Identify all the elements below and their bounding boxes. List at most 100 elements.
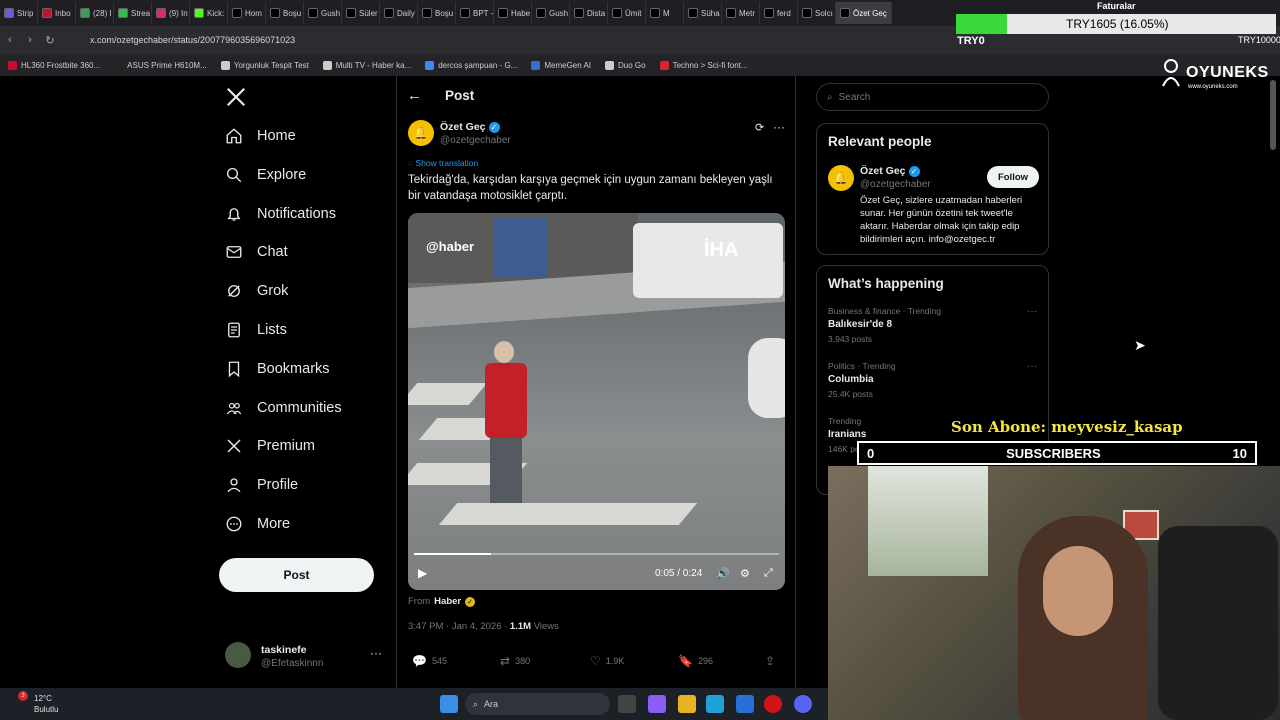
bookmark-item[interactable]: Duo Go <box>605 60 646 70</box>
browser-tab[interactable]: Metr <box>722 2 760 24</box>
tweet-text: Tekirdağ'da, karşıdan karşıya geçmek içi… <box>408 174 773 202</box>
author-handle[interactable]: @ozetgechaber <box>440 135 511 146</box>
trend-more-icon[interactable]: ··· <box>1027 361 1037 372</box>
bookmark-item[interactable]: dercos şampuan - G... <box>425 60 517 70</box>
bookmark-item[interactable]: MemeGen AI <box>531 60 592 70</box>
browser-tab[interactable]: BPT - <box>456 2 494 24</box>
browser-tab[interactable]: Daily <box>380 2 418 24</box>
back-arrow-icon[interactable]: ← <box>407 87 422 104</box>
bookmark-item[interactable]: HL360 Frostbite 360... <box>8 60 100 70</box>
post-button[interactable]: Post <box>219 558 374 592</box>
task-view-icon[interactable] <box>618 695 636 713</box>
browser-tab[interactable]: Dista <box>570 2 608 24</box>
browser-tab[interactable]: (9) In <box>152 2 190 24</box>
bookmark-item[interactable]: Techno > Sci-fi font... <box>659 60 748 70</box>
opera-icon[interactable] <box>764 695 782 713</box>
bookmark-label: MemeGen AI <box>544 60 592 70</box>
trend-more-icon[interactable]: ··· <box>1027 306 1037 317</box>
url-text[interactable]: x.com/ozetgechaber/status/20077960356960… <box>90 35 295 45</box>
x-icon <box>227 439 241 453</box>
nav-item-lists[interactable]: Lists <box>225 321 287 339</box>
browser-tab[interactable]: ferd <box>760 2 798 24</box>
post-timestamp[interactable]: 3:47 PM · Jan 4, 2026 · <box>408 621 507 632</box>
author-name-row[interactable]: Özet Geç ✓ <box>440 121 500 133</box>
fullscreen-icon[interactable]: ⤢ <box>764 567 773 580</box>
page-scrollbar[interactable] <box>1270 80 1276 150</box>
discord-icon[interactable] <box>794 695 812 713</box>
author-avatar[interactable]: 🔔 <box>408 120 434 146</box>
account-switcher[interactable]: taskinefe @Efetaskinnn ··· <box>225 640 385 674</box>
browser-tab[interactable]: Ümit <box>608 2 646 24</box>
browser-tab[interactable]: M <box>646 2 684 24</box>
nav-item-notifications[interactable]: Notifications <box>225 205 336 223</box>
nav-item-profile[interactable]: Profile <box>225 476 298 494</box>
nav-item-grok[interactable]: Grok <box>225 282 288 300</box>
browser-tab[interactable]: Kick: <box>190 2 228 24</box>
browser-tab[interactable]: Inbo <box>38 2 76 24</box>
nav-item-more[interactable]: More <box>225 515 290 533</box>
browser-tab[interactable]: Boşu <box>418 2 456 24</box>
nav-item-chat[interactable]: Chat <box>225 243 288 261</box>
browser-tab[interactable]: Süler <box>342 2 380 24</box>
bookmark-item[interactable]: ASUS Prime H610M... <box>114 60 207 70</box>
bookmark-label: ASUS Prime H610M... <box>127 60 207 70</box>
trend-item[interactable]: Politics · Trending Columbia 25.4K posts ··… <box>828 361 1038 399</box>
browser-tab[interactable]: Strea <box>114 2 152 24</box>
copilot-icon[interactable] <box>648 695 666 713</box>
crosswalk-stripe <box>408 383 488 405</box>
volume-icon[interactable]: 🔊 <box>716 567 730 580</box>
bookmark-button[interactable]: 🔖 296 <box>678 654 713 668</box>
show-translation-link[interactable]: ◌ Show translation <box>408 158 478 168</box>
browser-tab[interactable]: Özet Geç <box>836 2 892 24</box>
bookmark-item[interactable]: Multi TV - Haber ka... <box>322 60 412 70</box>
nav-item-explore[interactable]: Explore <box>225 166 306 184</box>
repost-button[interactable]: ⇄ 380 <box>500 654 530 668</box>
nav-item-premium[interactable]: Premium <box>225 437 315 455</box>
grok-icon[interactable]: ⟳ <box>755 121 764 134</box>
tab-favicon-icon <box>726 8 736 18</box>
browser-tab[interactable]: Boşu <box>266 2 304 24</box>
person-handle[interactable]: @ozetgechaber <box>860 179 931 190</box>
bookmark-item[interactable]: Yorgunluk Tespit Test <box>220 60 309 70</box>
source-name[interactable]: Haber <box>434 596 461 607</box>
share-button[interactable]: ⇪ <box>765 654 775 668</box>
reply-button[interactable]: 💬 545 <box>412 654 447 668</box>
file-explorer-icon[interactable] <box>678 695 696 713</box>
x-logo-icon[interactable] <box>225 86 247 108</box>
bookmark-label: Multi TV - Haber ka... <box>335 60 412 70</box>
browser-tab[interactable]: Gush <box>532 2 570 24</box>
store-icon[interactable] <box>736 695 754 713</box>
like-button[interactable]: ♡ 1.9K <box>590 654 624 668</box>
account-more-icon[interactable]: ··· <box>370 646 382 660</box>
bookmark-favicon-icon <box>8 60 17 70</box>
browser-tab[interactable]: Hom <box>228 2 266 24</box>
taskbar-search[interactable]: ⌕ Ara <box>465 693 610 715</box>
start-icon[interactable] <box>440 695 458 713</box>
browser-tab[interactable]: Süha <box>684 2 722 24</box>
tab-label: Habe <box>511 8 531 18</box>
browser-tab[interactable]: Strip <box>0 2 38 24</box>
nav-item-communities[interactable]: Communities <box>225 399 342 417</box>
post-more-icon[interactable]: ··· <box>773 120 785 134</box>
browser-tab[interactable]: (28) I <box>76 2 114 24</box>
edge-icon[interactable] <box>706 695 724 713</box>
play-icon[interactable]: ▶ <box>418 566 427 580</box>
browser-tab[interactable]: Habe <box>494 2 532 24</box>
person-name-row[interactable]: Özet Geç ✓ <box>860 165 920 177</box>
video-player[interactable]: @haber İHA ▶ 0:05 / 0:24 🔊 ⚙ ⤢ <box>408 213 785 590</box>
back-nav-icon[interactable]: ‹ <box>0 34 20 46</box>
nav-item-bookmarks[interactable]: Bookmarks <box>225 360 330 378</box>
forward-nav-icon[interactable]: › <box>20 34 40 46</box>
follow-button[interactable]: Follow <box>987 166 1039 188</box>
browser-tab[interactable]: Gush <box>304 2 342 24</box>
reload-icon[interactable]: ↻ <box>40 34 60 47</box>
bookmark-icon <box>228 361 240 377</box>
person-avatar[interactable]: 🔔 <box>828 165 854 191</box>
settings-icon[interactable]: ⚙ <box>740 567 750 580</box>
search-input[interactable]: ⌕ Search <box>816 83 1049 111</box>
nav-item-home[interactable]: Home <box>225 127 296 145</box>
browser-tab[interactable]: Solcı <box>798 2 836 24</box>
trend-item[interactable]: Business & finance · Trending Balıkesir'd… <box>828 306 1038 344</box>
more-icon <box>226 516 242 532</box>
video-progress-bar[interactable] <box>414 553 779 555</box>
